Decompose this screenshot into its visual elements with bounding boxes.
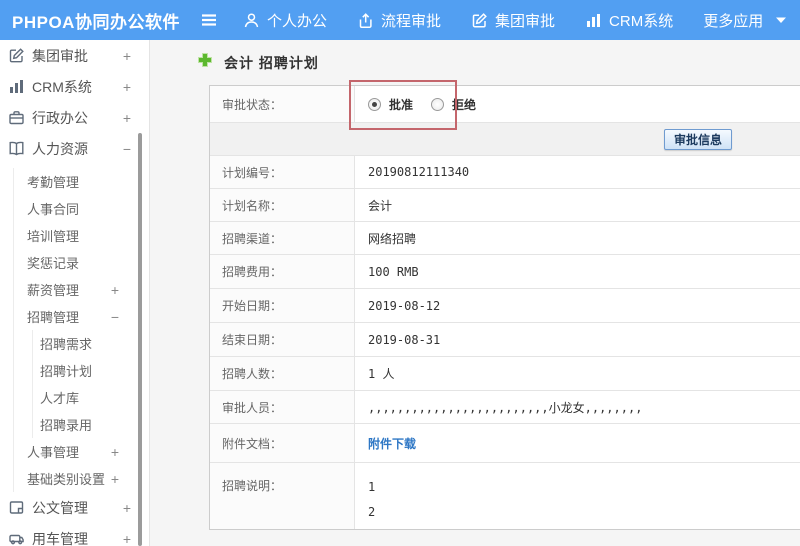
- radio-reject-button[interactable]: [431, 97, 445, 111]
- sidebar-item-crm[interactable]: CRM系统 +: [0, 71, 149, 102]
- expand-icon[interactable]: +: [111, 444, 119, 460]
- nav-personal-office[interactable]: 个人办公: [243, 10, 327, 31]
- briefcase-icon: [8, 109, 25, 126]
- radio-approve-button[interactable]: [368, 97, 381, 111]
- form-row-attachment: 附件文档： 附件下载: [210, 424, 800, 463]
- form-row-headcount: 招聘人数： 1 人: [210, 357, 800, 391]
- sidebar-item-group-approval[interactable]: 集团审批 +: [0, 40, 149, 71]
- nav-group-approval[interactable]: 集团审批: [471, 10, 555, 31]
- description-value: 1 2: [368, 480, 376, 519]
- sidebar-item-base-category[interactable]: 基础类别设置 +: [14, 465, 149, 492]
- plan-name-value: 会计: [368, 198, 393, 213]
- chart-icon: [8, 78, 25, 95]
- nav-more-apps[interactable]: 更多应用: [703, 10, 763, 31]
- sidebar-item-recruit-plan[interactable]: 招聘计划: [33, 357, 149, 384]
- nav-crm-system[interactable]: CRM系统: [585, 10, 673, 31]
- caret-down-icon[interactable]: [775, 16, 787, 24]
- form-row-status: 审批状态： 批准 拒绝: [210, 86, 800, 123]
- sidebar-item-recruitment[interactable]: 招聘管理 −: [14, 303, 149, 330]
- hr-submenu: 考勤管理 人事合同 培训管理 奖惩记录 薪资管理 + 招聘管理 − 招聘需求 招…: [13, 168, 149, 492]
- approval-status-radio-group: 批准 拒绝: [368, 96, 476, 113]
- end-date-value: 2019-08-31: [368, 332, 441, 347]
- sidebar-item-personnel[interactable]: 人事管理 +: [14, 438, 149, 465]
- edit-icon: [471, 12, 488, 29]
- form-row-start-date: 开始日期： 2019-08-12: [210, 289, 800, 323]
- top-navigation: 个人办公 流程审批 集团审批 CRM系统 更多应用: [243, 0, 787, 40]
- document-icon: [8, 499, 25, 516]
- form-row-plan-name: 计划名称： 会计: [210, 189, 800, 222]
- channel-value: 网络招聘: [368, 231, 417, 246]
- start-date-value: 2019-08-12: [368, 298, 441, 313]
- form-row-actions: 审批信息: [210, 123, 800, 156]
- sidebar-item-recruit-hire[interactable]: 招聘录用: [33, 411, 149, 438]
- approval-info-button[interactable]: 审批信息: [663, 128, 732, 150]
- top-header: PHPOA协同办公软件 个人办公 流程审批 集团审批 CRM系统 更多应用: [0, 0, 800, 40]
- expand-icon[interactable]: +: [111, 471, 119, 487]
- recruitment-plan-form: 审批状态： 批准 拒绝 审批信息 计划编号： 20190812111340 计划…: [209, 85, 800, 530]
- expand-icon[interactable]: +: [123, 79, 131, 95]
- attachment-download-link[interactable]: 附件下载: [368, 435, 416, 452]
- sidebar-item-training[interactable]: 培训管理: [14, 222, 149, 249]
- page-title-text: 会计 招聘计划: [224, 54, 319, 71]
- sidebar-scrollbar[interactable]: [138, 133, 142, 546]
- user-icon: [243, 12, 260, 29]
- add-icon: [197, 52, 213, 73]
- cost-value: 100 RMB: [368, 264, 419, 279]
- form-row-plan-number: 计划编号： 20190812111340: [210, 156, 800, 189]
- sidebar-item-admin-office[interactable]: 行政办公 +: [0, 102, 149, 133]
- process-icon: [357, 12, 374, 29]
- expand-icon[interactable]: +: [123, 500, 131, 516]
- radio-reject[interactable]: 拒绝: [431, 96, 476, 113]
- form-row-cost: 招聘费用： 100 RMB: [210, 255, 800, 289]
- menu-icon[interactable]: [200, 11, 218, 29]
- sidebar-item-rewards[interactable]: 奖惩记录: [14, 249, 149, 276]
- sidebar-item-recruit-demand[interactable]: 招聘需求: [33, 330, 149, 357]
- nav-process-approval[interactable]: 流程审批: [357, 10, 441, 31]
- main-content: 会计 招聘计划 审批状态： 批准 拒绝 审批信息 计划编号： 201908121…: [150, 40, 800, 546]
- form-row-channel: 招聘渠道： 网络招聘: [210, 222, 800, 255]
- headcount-value: 1 人: [368, 367, 395, 381]
- approvers-value: ,,,,,,,,,,,,,,,,,,,,,,,,,小龙女,,,,,,,,: [368, 400, 643, 415]
- book-icon: [8, 140, 25, 157]
- recruitment-submenu: 招聘需求 招聘计划 人才库 招聘录用: [32, 330, 149, 438]
- sidebar-item-vehicle[interactable]: 用车管理 +: [0, 523, 149, 546]
- collapse-icon[interactable]: −: [123, 141, 131, 157]
- field-label: 审批状态：: [210, 86, 355, 122]
- app-logo: PHPOA协同办公软件: [12, 12, 180, 32]
- page-title: 会计 招聘计划: [197, 52, 319, 73]
- radio-approve[interactable]: 批准: [368, 96, 413, 113]
- sidebar-item-hr-contract[interactable]: 人事合同: [14, 195, 149, 222]
- plan-number-value: 20190812111340: [368, 165, 470, 179]
- sidebar-item-documents[interactable]: 公文管理 +: [0, 492, 149, 523]
- expand-icon[interactable]: +: [111, 282, 119, 298]
- car-icon: [8, 530, 25, 546]
- form-row-description: 招聘说明： 1 2: [210, 463, 800, 529]
- sidebar: 集团审批 + CRM系统 + 行政办公 + 人力资源 − 考勤管理 人事合同 培…: [0, 40, 150, 546]
- sidebar-item-attendance[interactable]: 考勤管理: [14, 168, 149, 195]
- sidebar-item-talent-pool[interactable]: 人才库: [33, 384, 149, 411]
- sidebar-item-hr[interactable]: 人力资源 −: [0, 133, 149, 164]
- collapse-icon[interactable]: −: [111, 309, 119, 325]
- expand-icon[interactable]: +: [123, 531, 131, 546]
- form-row-approvers: 审批人员： ,,,,,,,,,,,,,,,,,,,,,,,,,小龙女,,,,,,…: [210, 391, 800, 424]
- form-row-end-date: 结束日期： 2019-08-31: [210, 323, 800, 357]
- app-window: PHPOA协同办公软件 个人办公 流程审批 集团审批 CRM系统 更多应用 集团…: [0, 0, 800, 546]
- sidebar-item-salary[interactable]: 薪资管理 +: [14, 276, 149, 303]
- expand-icon[interactable]: +: [123, 48, 131, 64]
- expand-icon[interactable]: +: [123, 110, 131, 126]
- chart-icon: [585, 12, 602, 29]
- edit-icon: [8, 47, 25, 64]
